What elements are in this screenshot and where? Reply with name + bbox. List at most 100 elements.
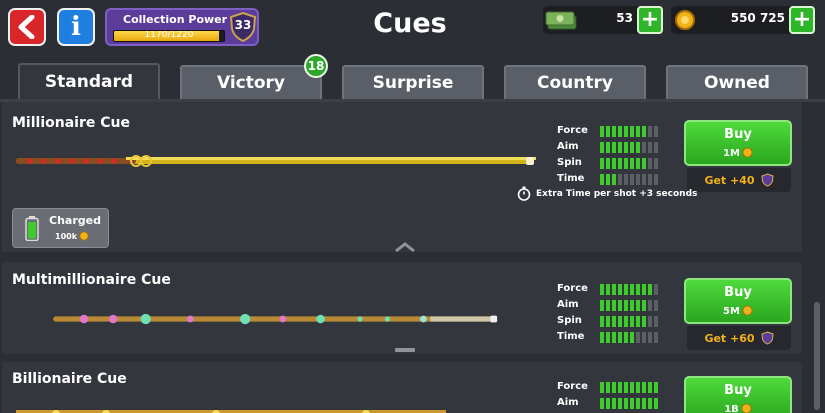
stat-segment (618, 284, 622, 295)
collection-power-panel[interactable]: Collection Power 1170/1220 33 (105, 8, 259, 46)
charged-label: Charged (49, 214, 101, 227)
extra-time-info: Extra Time per shot +3 seconds (517, 186, 697, 201)
shield-icon (761, 331, 774, 345)
cash-amount: 53 (616, 11, 633, 25)
stat-bars (600, 382, 658, 393)
stat-segment (612, 126, 616, 137)
cue-name: Millionaire Cue (12, 115, 130, 131)
stat-segment (636, 332, 640, 343)
shield-icon (761, 173, 774, 187)
billionaire-cue-image (16, 410, 446, 413)
buy-button[interactable]: Buy 1M (684, 120, 792, 166)
stat-segment (630, 332, 634, 343)
add-coins-button[interactable]: + (789, 6, 815, 34)
get-collection-button[interactable]: Get +40 (687, 168, 791, 192)
tab-victory[interactable]: Victory (180, 65, 322, 99)
stat-segment (630, 158, 634, 169)
stat-segment (654, 382, 658, 393)
tab-standard[interactable]: Standard (18, 63, 160, 99)
charged-button[interactable]: Charged 100k (12, 208, 109, 248)
page-title: Cues (373, 8, 447, 39)
stat-segment (630, 316, 634, 327)
tab-surprise[interactable]: Surprise (342, 65, 484, 99)
buy-label: Buy (724, 383, 752, 398)
stat-segment (618, 332, 622, 343)
stat-segment (654, 300, 658, 311)
stat-label: Spin (557, 315, 582, 326)
stat-segment (606, 142, 610, 153)
buy-label: Buy (724, 285, 752, 300)
stat-segment (648, 158, 652, 169)
price-text: 5M (723, 306, 740, 317)
cue-card-millionaire: Millionaire Cue Force Aim Spin Time Buy … (2, 102, 802, 252)
buy-button[interactable]: Buy 1B (684, 376, 792, 413)
stat-label: Aim (557, 397, 579, 408)
stat-segment (612, 300, 616, 311)
stat-label: Time (557, 331, 585, 342)
back-button[interactable] (8, 8, 46, 46)
coin-icon (675, 10, 695, 30)
stat-segment (600, 300, 604, 311)
add-cash-button[interactable]: + (637, 6, 663, 34)
stat-segment (624, 126, 628, 137)
get-label: Get +60 (704, 331, 755, 345)
stat-time: Time (557, 330, 667, 346)
collection-power-progress-text: 1170/1220 (144, 30, 194, 40)
stat-label: Spin (557, 157, 582, 168)
stat-aim: Aim (557, 396, 667, 412)
stat-segment (636, 316, 640, 327)
cue-card-multimillionaire: Multimillionaire Cue Force Aim Spin Time… (2, 262, 802, 354)
stat-segment (606, 174, 610, 185)
buy-button[interactable]: Buy 5M (684, 278, 792, 324)
stat-segment (600, 332, 604, 343)
stat-segment (606, 158, 610, 169)
cue-name: Multimillionaire Cue (12, 272, 171, 288)
expand-handle-icon[interactable] (394, 345, 416, 355)
stat-segment (624, 158, 628, 169)
stat-segment (636, 300, 640, 311)
extra-time-text: Extra Time per shot +3 seconds (536, 188, 698, 199)
stat-segment (654, 316, 658, 327)
battery-icon (25, 216, 39, 241)
stat-segment (630, 142, 634, 153)
stat-segment (636, 158, 640, 169)
stat-segment (600, 398, 604, 409)
coin-icon (741, 403, 752, 413)
get-collection-button[interactable]: Get +60 (687, 326, 791, 350)
multimillionaire-cue-image (53, 313, 498, 325)
stat-spin: Spin (557, 314, 667, 330)
stat-segment (642, 398, 646, 409)
collapse-chevron-icon[interactable] (394, 242, 416, 252)
stat-segment (654, 126, 658, 137)
stat-segment (630, 126, 634, 137)
stat-label: Force (557, 125, 588, 136)
info-button[interactable]: i (57, 8, 95, 46)
stat-force: Force (557, 282, 667, 298)
stat-bars (600, 284, 658, 295)
scrollbar-thumb[interactable] (814, 302, 820, 410)
stat-segment (648, 174, 652, 185)
stat-segment (654, 332, 658, 343)
tab-owned[interactable]: Owned (666, 65, 808, 99)
cue-shop-screen: i Collection Power 1170/1220 33 Cues 53 … (0, 0, 825, 413)
stat-segment (648, 142, 652, 153)
price-text: 100k (55, 232, 78, 241)
cue-card-billionaire: Billionaire Cue Force Aim Buy 1B (2, 362, 802, 413)
stat-segment (612, 158, 616, 169)
stat-segment (642, 126, 646, 137)
list-scrollbar[interactable] (812, 102, 822, 413)
charged-price: 100k (55, 231, 89, 241)
stopwatch-icon (517, 186, 531, 201)
stat-segment (618, 126, 622, 137)
stat-segment (624, 284, 628, 295)
price-text: 1M (723, 148, 740, 159)
stat-segment (654, 284, 658, 295)
stat-segment (630, 382, 634, 393)
tab-country[interactable]: Country (504, 65, 646, 99)
get-label: Get +40 (704, 173, 755, 187)
buy-price: 5M (686, 305, 790, 317)
info-icon: i (71, 12, 81, 42)
stat-bars (600, 174, 658, 185)
buy-price: 1B (686, 403, 790, 413)
stat-segment (624, 398, 628, 409)
